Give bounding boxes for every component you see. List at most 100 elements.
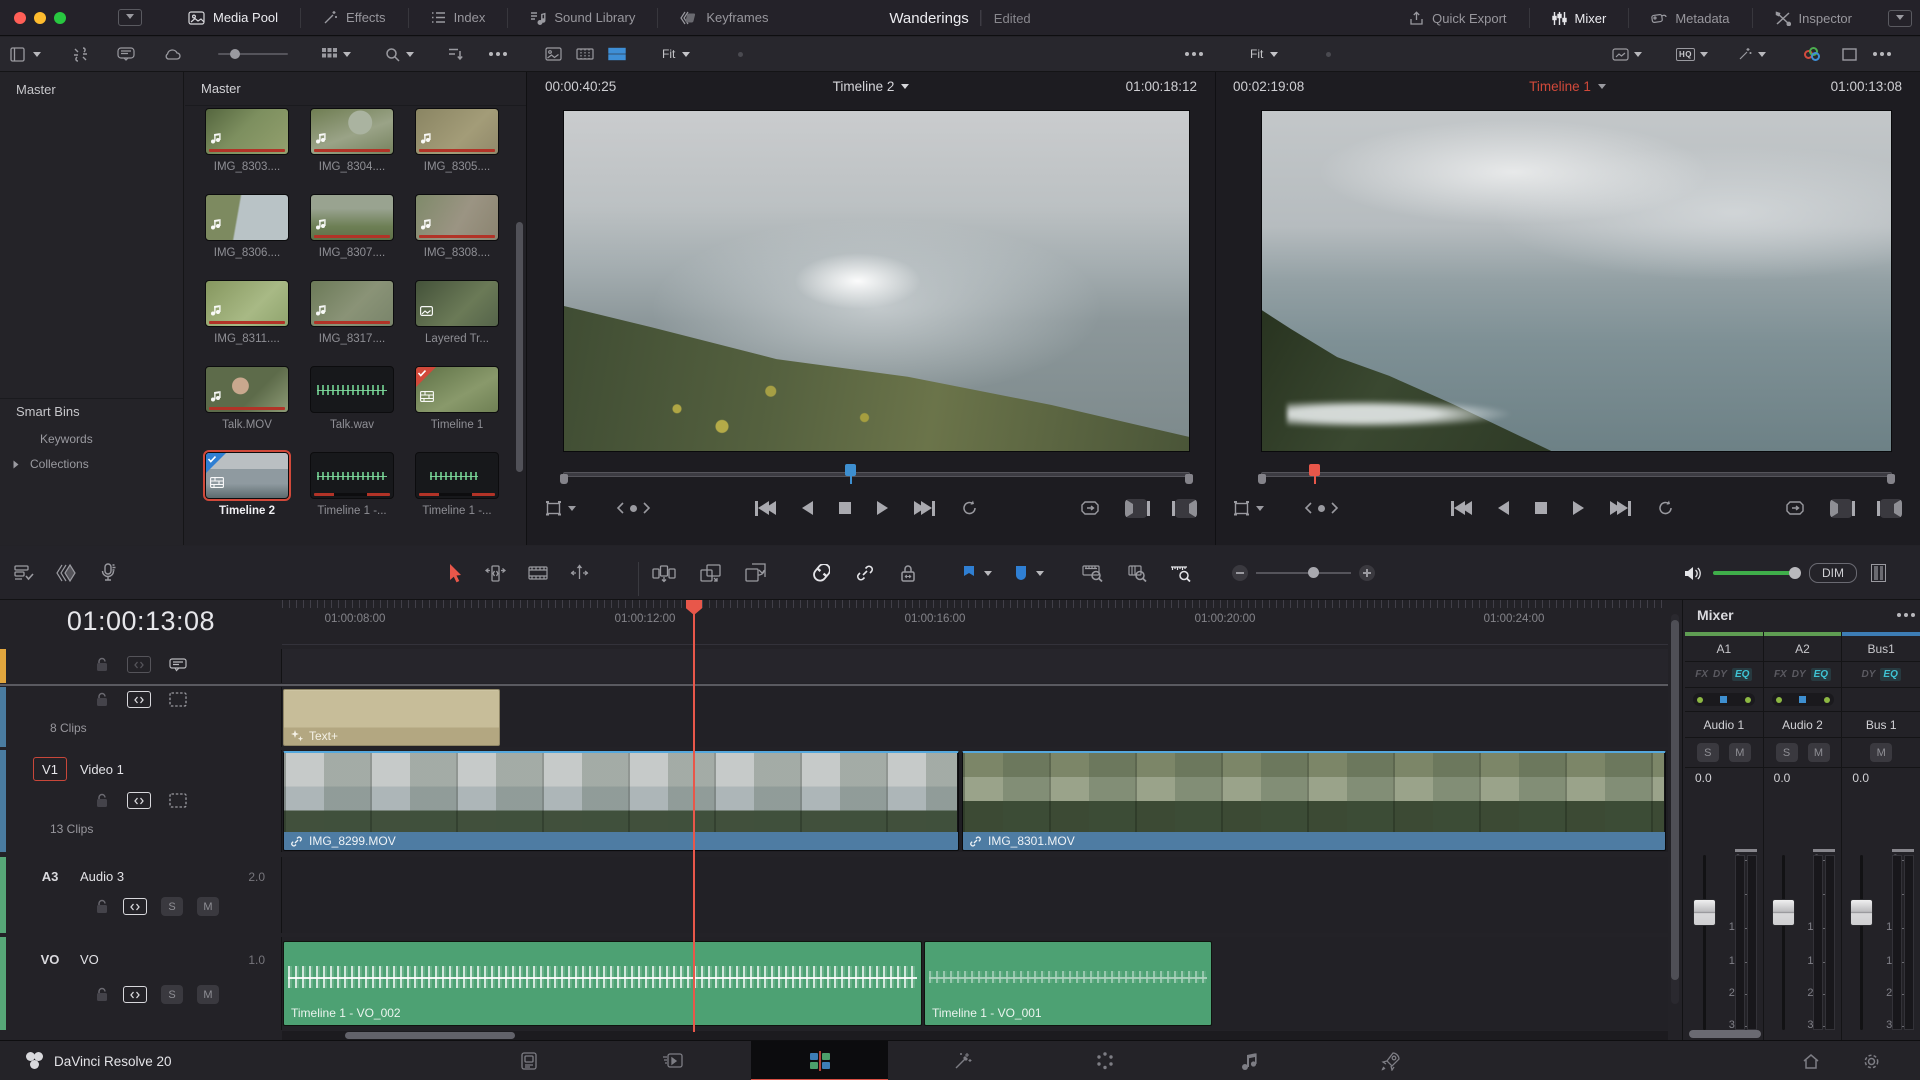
page-fusion[interactable]: [928, 1041, 998, 1080]
media-clip[interactable]: IMG_8311....: [199, 280, 295, 366]
zoom-out-button[interactable]: [1232, 565, 1248, 581]
panel-visibility-toggle-icon[interactable]: [118, 9, 142, 26]
keyframe-stack-icon[interactable]: [56, 564, 78, 582]
fader-handle[interactable]: [1693, 899, 1716, 926]
page-media[interactable]: [494, 1041, 564, 1080]
color-boost-icon[interactable]: [1804, 47, 1820, 61]
in-point-handle[interactable]: [1258, 474, 1266, 484]
right-viewer-video[interactable]: [1261, 110, 1892, 452]
lock-track-icon[interactable]: [95, 657, 109, 672]
bin-list-toggle-icon[interactable]: [10, 46, 27, 62]
link-clips-button[interactable]: [856, 564, 874, 582]
play-reverse-button[interactable]: [1498, 501, 1509, 515]
replace-clip-button[interactable]: [745, 563, 767, 583]
eq-button[interactable]: EQ: [1880, 668, 1901, 681]
media-clip[interactable]: Talk.MOV: [199, 366, 295, 452]
video2-track-header[interactable]: 8 Clips: [0, 687, 282, 747]
fader-handle[interactable]: [1850, 899, 1874, 926]
more-options-icon[interactable]: [496, 52, 500, 56]
stop-button[interactable]: [838, 502, 851, 514]
vo-destination-button[interactable]: VO: [33, 947, 67, 971]
timeline-clip-img8299[interactable]: IMG_8299.MOV: [283, 751, 959, 851]
safe-area-icon[interactable]: [1842, 47, 1857, 61]
match-frame-prev-icon[interactable]: [1172, 498, 1197, 518]
fader-value[interactable]: 0.0: [1764, 768, 1842, 788]
media-clip[interactable]: IMG_8305....: [409, 108, 505, 194]
play-button[interactable]: [876, 501, 888, 515]
loop-button[interactable]: [1657, 500, 1674, 516]
film-frame-icon[interactable]: [169, 793, 187, 808]
right-viewer-scrub-bar[interactable]: [1258, 464, 1895, 484]
eq-button[interactable]: EQ: [1810, 668, 1832, 681]
track-name[interactable]: VO: [80, 952, 99, 967]
settings-gear-icon[interactable]: [1846, 1041, 1896, 1080]
pan-control[interactable]: [1692, 693, 1755, 706]
track-name[interactable]: Video 1: [80, 762, 124, 777]
grid-view-icon[interactable]: [322, 47, 337, 61]
panel-visibility-toggle-icon[interactable]: [1888, 9, 1912, 27]
mute-button[interactable]: M: [197, 985, 219, 1004]
video1-track-header[interactable]: V1 Video 1 13 Clips: [0, 750, 282, 852]
media-clip[interactable]: IMG_8306....: [199, 194, 295, 280]
more-options-icon[interactable]: [1880, 52, 1884, 56]
a3-destination-button[interactable]: A3: [33, 864, 67, 888]
mixer-scrollbar[interactable]: [1689, 1030, 1761, 1038]
trim-edit-mode-tool[interactable]: [485, 564, 506, 582]
in-point-handle[interactable]: [560, 474, 568, 484]
overwrite-clip-button[interactable]: [700, 563, 721, 583]
metadata-view-icon[interactable]: [545, 47, 562, 61]
timeline-zoom-slider[interactable]: [1256, 567, 1351, 578]
timeline-clip-vo002[interactable]: Timeline 1 - VO_002: [283, 941, 922, 1026]
stop-button[interactable]: [1535, 502, 1547, 514]
marker-button[interactable]: [1014, 565, 1028, 581]
lock-track-icon[interactable]: [95, 793, 109, 808]
media-clip[interactable]: IMG_8317....: [304, 280, 400, 366]
chevron-down-icon[interactable]: [33, 51, 41, 61]
meters-toggle-icon[interactable]: [1871, 564, 1886, 582]
insert-clip-button[interactable]: [652, 564, 676, 583]
timeline-clip-text-plus[interactable]: Text+: [283, 689, 500, 746]
media-clip[interactable]: Timeline 1: [409, 366, 505, 452]
cloud-icon[interactable]: [163, 48, 181, 61]
chevron-down-icon[interactable]: [984, 570, 992, 580]
proxy-quality-icon[interactable]: HQ: [1676, 47, 1695, 61]
grade-bypass-icon[interactable]: [1612, 47, 1629, 61]
audio3-track-header[interactable]: A3 Audio 3 2.0 S M: [0, 857, 282, 933]
expand-chevron-icon[interactable]: [13, 460, 23, 468]
position-lock-button[interactable]: [900, 564, 916, 583]
dynamics-button[interactable]: DY: [1713, 669, 1727, 680]
chevron-down-icon[interactable]: [1700, 51, 1708, 61]
vo-track-header[interactable]: VO VO 1.0 S M: [0, 937, 282, 1030]
timeline-view-options-icon[interactable]: [14, 564, 34, 582]
chevron-down-icon[interactable]: [1036, 570, 1044, 580]
frame-stepper[interactable]: [616, 502, 651, 514]
fader-value[interactable]: 0.0: [1685, 768, 1763, 788]
media-clip[interactable]: Timeline 1 -...: [409, 452, 505, 538]
media-clip[interactable]: Layered Tr...: [409, 280, 505, 366]
speaker-icon[interactable]: [1684, 565, 1703, 582]
media-clip[interactable]: IMG_8307....: [304, 194, 400, 280]
viewer-playhead[interactable]: [1309, 464, 1320, 484]
fader-handle[interactable]: [1771, 899, 1795, 926]
home-button[interactable]: [1786, 1041, 1836, 1080]
custom-zoom-button[interactable]: [1170, 564, 1192, 582]
stills-icon[interactable]: [117, 47, 135, 61]
flag-button[interactable]: [962, 565, 976, 582]
timeline-clip-img8301[interactable]: IMG_8301.MOV: [962, 751, 1666, 851]
v1-destination-button[interactable]: V1: [33, 757, 67, 781]
dynamic-trim-mode-tool[interactable]: [570, 564, 589, 582]
go-to-start-button[interactable]: [1451, 500, 1472, 516]
media-clip[interactable]: IMG_8304....: [304, 108, 400, 194]
detail-zoom-button[interactable]: [1126, 564, 1148, 582]
media-clip[interactable]: IMG_8308....: [409, 194, 505, 280]
transform-tool-icon[interactable]: [545, 500, 576, 516]
transform-tool-icon[interactable]: [1233, 500, 1264, 516]
tab-media-pool[interactable]: Media Pool: [166, 0, 300, 36]
timeline-vertical-scrollbar[interactable]: [1671, 614, 1679, 1004]
page-fairlight[interactable]: [1214, 1041, 1284, 1080]
media-clip[interactable]: Talk.wav: [304, 366, 400, 452]
page-deliver[interactable]: [1356, 1041, 1426, 1080]
solo-button[interactable]: S: [1775, 743, 1798, 762]
relink-media-icon[interactable]: [72, 46, 89, 62]
monitor-volume-slider[interactable]: [1713, 567, 1801, 579]
